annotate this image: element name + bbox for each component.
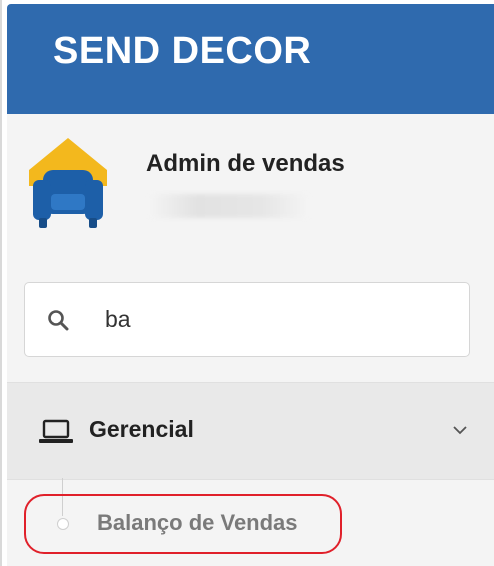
search-icon: [48, 310, 69, 331]
armchair-house-icon: [29, 138, 107, 228]
submenu-item-balanco-de-vendas[interactable]: Balanço de Vendas: [2, 490, 491, 550]
header-bar: SEND DECOR: [7, 4, 494, 114]
laptop-icon: [39, 419, 73, 443]
chevron-down-icon[interactable]: [451, 421, 469, 439]
brand-logo-text[interactable]: SEND DECOR: [53, 30, 311, 73]
user-profile: Admin de vendas: [7, 114, 494, 264]
user-name: Admin de vendas: [146, 150, 345, 177]
circle-icon: [57, 518, 69, 530]
sidebar-search-box[interactable]: [24, 282, 470, 357]
menu-group-label: Gerencial: [89, 416, 194, 442]
menu-group-gerencial[interactable]: Gerencial: [7, 382, 494, 480]
user-status-blurred: [149, 194, 309, 218]
submenu-item-label: Balanço de Vendas: [97, 510, 298, 535]
search-input[interactable]: [105, 297, 445, 341]
app-frame: SEND DECOR Admin de vendas ba Gerencial …: [0, 0, 494, 566]
